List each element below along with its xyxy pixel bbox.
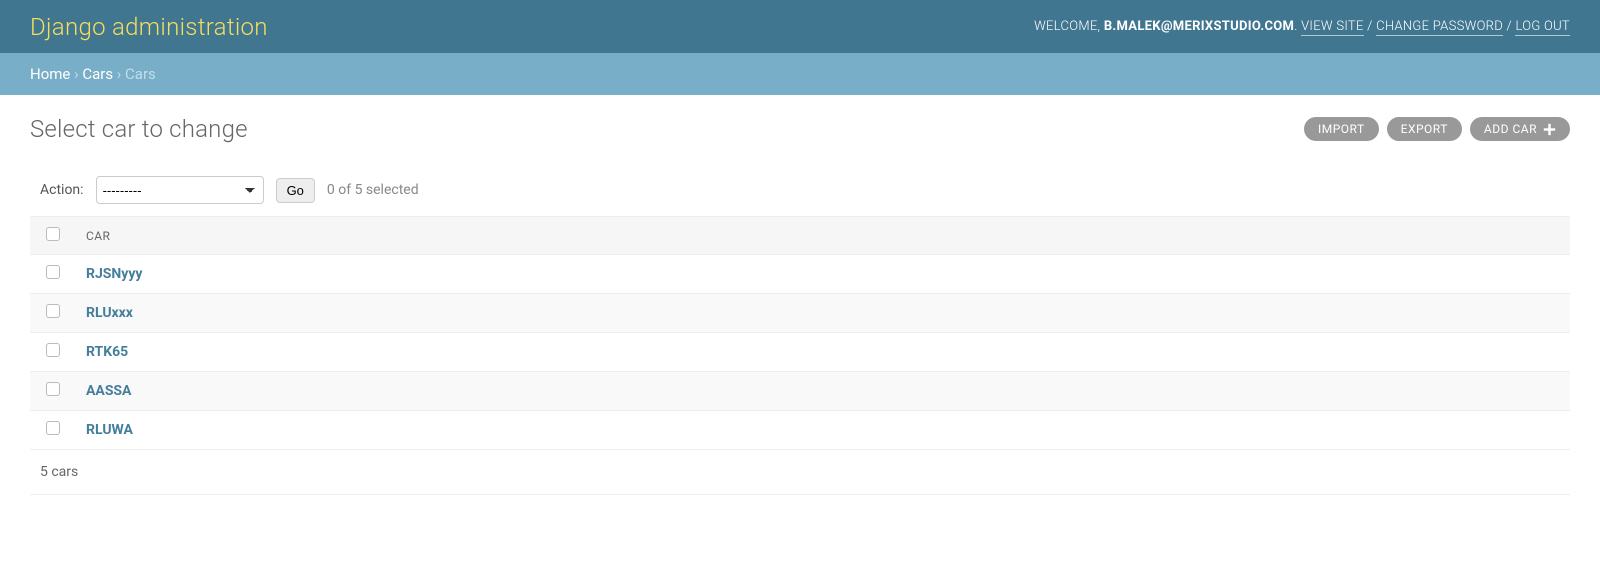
- header: Django administration WELCOME, B.MALEK@M…: [0, 0, 1600, 53]
- table-row: RLUWA: [30, 411, 1570, 450]
- select-all-checkbox[interactable]: [46, 227, 60, 241]
- add-car-label: ADD CAR: [1484, 122, 1537, 136]
- car-link[interactable]: RLUxxx: [86, 305, 133, 321]
- content-header: Select car to change IMPORT EXPORT ADD C…: [30, 115, 1570, 143]
- branding: Django administration: [30, 13, 268, 41]
- table-row: RJSNyyy: [30, 255, 1570, 294]
- content: Select car to change IMPORT EXPORT ADD C…: [0, 95, 1600, 495]
- car-link[interactable]: RTK65: [86, 344, 128, 360]
- user-tools: WELCOME, B.MALEK@MERIXSTUDIO.COM. VIEW S…: [1034, 19, 1570, 34]
- branding-link[interactable]: Django administration: [30, 13, 268, 41]
- car-column-header[interactable]: CAR: [76, 217, 1570, 255]
- car-link[interactable]: RLUWA: [86, 422, 133, 438]
- action-select[interactable]: ---------: [96, 176, 264, 204]
- separator: /: [1364, 19, 1376, 34]
- table-row: RLUxxx: [30, 294, 1570, 333]
- row-checkbox[interactable]: [46, 265, 60, 279]
- change-password-link[interactable]: CHANGE PASSWORD: [1376, 19, 1503, 36]
- plus-icon: [1543, 123, 1556, 136]
- import-button[interactable]: IMPORT: [1304, 117, 1379, 141]
- breadcrumb-separator: ›: [113, 65, 125, 83]
- breadcrumb-current: Cars: [125, 65, 156, 83]
- log-out-link[interactable]: LOG OUT: [1515, 19, 1570, 36]
- breadcrumb-app[interactable]: Cars: [82, 65, 113, 83]
- view-site-link[interactable]: VIEW SITE: [1301, 19, 1364, 36]
- go-button[interactable]: Go: [276, 178, 315, 203]
- table-row: AASSA: [30, 372, 1570, 411]
- car-link[interactable]: AASSA: [86, 383, 131, 399]
- separator: /: [1503, 19, 1515, 34]
- actions-bar: Action: --------- Go 0 of 5 selected: [30, 168, 1570, 212]
- table-row: RTK65: [30, 333, 1570, 372]
- row-checkbox[interactable]: [46, 382, 60, 396]
- export-button[interactable]: EXPORT: [1387, 117, 1462, 141]
- user-email: B.MALEK@MERIXSTUDIO.COM: [1104, 19, 1294, 34]
- object-tools: IMPORT EXPORT ADD CAR: [1304, 117, 1570, 141]
- breadcrumb-home[interactable]: Home: [30, 65, 70, 83]
- paginator: 5 cars: [30, 450, 1570, 495]
- row-checkbox[interactable]: [46, 343, 60, 357]
- breadcrumb: Home › Cars › Cars: [0, 53, 1600, 95]
- table-header-row: CAR: [30, 217, 1570, 255]
- car-link[interactable]: RJSNyyy: [86, 266, 142, 282]
- action-label: Action:: [40, 182, 84, 198]
- action-counter: 0 of 5 selected: [327, 182, 419, 198]
- page-title: Select car to change: [30, 115, 248, 143]
- row-checkbox[interactable]: [46, 421, 60, 435]
- results-table: CAR RJSNyyy RLUxxx RTK65 AASSA RLUW: [30, 216, 1570, 450]
- row-checkbox[interactable]: [46, 304, 60, 318]
- add-car-button[interactable]: ADD CAR: [1470, 117, 1570, 141]
- breadcrumb-separator: ›: [70, 65, 82, 83]
- welcome-label: WELCOME,: [1034, 19, 1100, 34]
- select-all-header: [30, 217, 76, 255]
